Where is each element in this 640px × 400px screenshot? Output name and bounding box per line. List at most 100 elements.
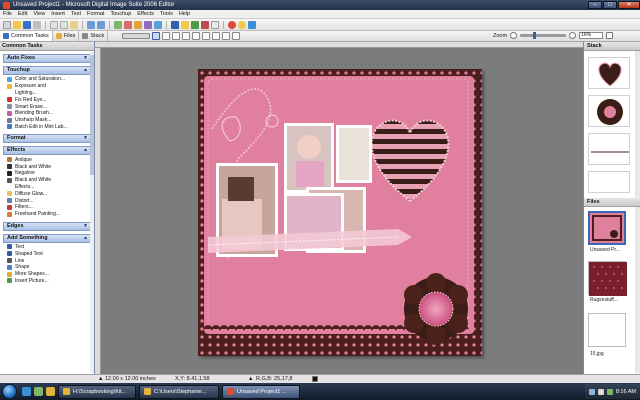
task-link[interactable]: Blending Brush...	[7, 110, 91, 117]
zoom-percent-field[interactable]: 16%	[579, 32, 604, 39]
scrollbar-thumb[interactable]	[90, 55, 94, 175]
section-header[interactable]: Auto Fixes ▼	[3, 54, 91, 63]
stack-thumb-heart[interactable]	[588, 57, 630, 89]
task-link[interactable]: Exposure and	[7, 83, 91, 90]
task-link[interactable]: Line	[7, 257, 91, 264]
task-link[interactable]: Unsharp Mask...	[7, 117, 91, 124]
zoom-out-icon[interactable]	[510, 32, 518, 39]
taskbar-button-scrapbooking[interactable]: H:\Scrapbooking\Kit...	[58, 384, 136, 399]
paint-icon[interactable]	[201, 20, 209, 29]
close-button[interactable]: ✕	[618, 0, 640, 9]
task-link[interactable]: Color and Saturation...	[7, 76, 91, 83]
brush-icon[interactable]	[232, 32, 240, 40]
lasso-icon[interactable]	[182, 32, 190, 40]
file-thumb-project[interactable]	[588, 211, 626, 245]
menu-insert[interactable]: Insert	[51, 11, 65, 17]
erase-icon[interactable]	[222, 32, 230, 40]
cut-icon[interactable]	[50, 20, 58, 29]
tab-stack[interactable]: Stack	[79, 31, 109, 41]
minimize-button[interactable]: –	[588, 0, 602, 9]
files-list[interactable]: Unsaved Pr... Rugsnstuff... 15.jpg	[584, 207, 640, 374]
file-thumb-15jpg[interactable]	[588, 313, 626, 347]
stack-thumb-flower[interactable]	[588, 95, 630, 127]
clock[interactable]: 8:16 AM	[616, 389, 636, 395]
stack-thumb-blank[interactable]	[588, 171, 630, 193]
task-link[interactable]: Smart Erase...	[7, 103, 91, 110]
red-eye-icon[interactable]	[124, 20, 132, 29]
task-link[interactable]: Diffuse Glow...	[7, 190, 91, 197]
task-link[interactable]: Shaped Text	[7, 250, 91, 257]
new-icon[interactable]	[3, 20, 11, 29]
files-scrollbar[interactable]	[635, 207, 640, 374]
expand-chevron-icon[interactable]: ▼	[83, 136, 88, 141]
task-link[interactable]: Black and White	[7, 177, 91, 184]
rotate-icon[interactable]	[154, 20, 162, 29]
collapse-chevron-icon[interactable]: ▲	[83, 235, 88, 241]
text-tool-icon[interactable]	[171, 20, 179, 29]
stack-thumb-trim[interactable]	[588, 133, 630, 165]
tab-files[interactable]: Files	[53, 31, 80, 41]
ie-icon[interactable]	[22, 387, 31, 396]
battery-icon[interactable]	[606, 388, 613, 395]
adjust-icon[interactable]	[114, 20, 122, 29]
shapes-icon[interactable]	[181, 20, 189, 29]
crop-icon[interactable]	[144, 20, 152, 29]
rectangle-select-icon[interactable]	[172, 32, 180, 40]
frame-icon[interactable]	[211, 20, 219, 29]
menu-file[interactable]: File	[3, 11, 12, 17]
menu-edit[interactable]: Edit	[18, 11, 27, 17]
task-link[interactable]: Fix Red Eye...	[7, 96, 91, 103]
tab-common-tasks[interactable]: Common Tasks	[0, 31, 53, 41]
pointer-icon[interactable]	[152, 32, 160, 40]
expand-chevron-icon[interactable]: ▼	[83, 223, 88, 229]
ruler-toggle[interactable]	[122, 31, 152, 41]
network-icon[interactable]	[588, 388, 595, 395]
taskbar-button-editor[interactable]: Unsaved Project1 ...	[222, 384, 300, 399]
menu-help[interactable]: Help	[179, 11, 190, 17]
task-link[interactable]: Black and White	[7, 163, 91, 170]
copy-icon[interactable]	[60, 20, 68, 29]
task-link[interactable]: More Shapes...	[7, 271, 91, 278]
section-header[interactable]: Effects ▲	[3, 146, 91, 156]
file-thumb-rugs[interactable]	[588, 261, 627, 296]
web-icon[interactable]	[228, 20, 236, 29]
task-link[interactable]: Text	[7, 244, 91, 251]
effects-icon[interactable]	[134, 20, 142, 29]
section-header[interactable]: Edges ▼	[3, 221, 91, 231]
task-link[interactable]: Insert Picture...	[7, 278, 91, 285]
section-header[interactable]: Format ▼	[3, 134, 91, 144]
open-icon[interactable]	[13, 20, 21, 29]
menu-effects[interactable]: Effects	[137, 11, 154, 17]
menu-text[interactable]: Text	[71, 11, 81, 17]
print-icon[interactable]	[33, 20, 41, 29]
section-header[interactable]: Touchup ▲	[3, 66, 91, 75]
stack-list[interactable]	[584, 51, 640, 198]
task-link[interactable]: Lighting...	[7, 90, 91, 97]
task-link[interactable]: Effects...	[7, 184, 91, 191]
redo-icon[interactable]	[97, 20, 105, 29]
explorer-icon[interactable]	[46, 387, 55, 396]
task-link[interactable]: Antique	[7, 156, 91, 163]
fit-icon[interactable]	[606, 32, 614, 39]
menu-tools[interactable]: Tools	[160, 11, 173, 17]
zoom-slider[interactable]	[520, 32, 567, 39]
zoom-slider-thumb[interactable]	[532, 32, 536, 39]
menu-view[interactable]: View	[33, 11, 45, 17]
task-link[interactable]: Negative	[7, 170, 91, 177]
stack-scrollbar[interactable]	[635, 51, 640, 198]
section-header[interactable]: Add Something ▲	[3, 233, 91, 243]
zoom-in-icon[interactable]	[569, 32, 577, 39]
save-icon[interactable]	[23, 20, 31, 29]
edge-finder-icon[interactable]	[202, 32, 210, 40]
pane-scrollbar[interactable]	[90, 51, 94, 373]
cutout-icon[interactable]	[212, 32, 220, 40]
menu-touchup[interactable]: Touchup	[110, 11, 131, 17]
email-icon[interactable]	[248, 20, 256, 29]
maximize-button[interactable]: □	[603, 0, 617, 9]
undo-icon[interactable]	[87, 20, 95, 29]
paste-icon[interactable]	[70, 20, 78, 29]
hand-icon[interactable]	[162, 32, 170, 40]
desktop-icon[interactable]	[34, 387, 43, 396]
task-link[interactable]: Freehand Painting...	[7, 211, 91, 218]
start-button[interactable]	[2, 384, 17, 399]
